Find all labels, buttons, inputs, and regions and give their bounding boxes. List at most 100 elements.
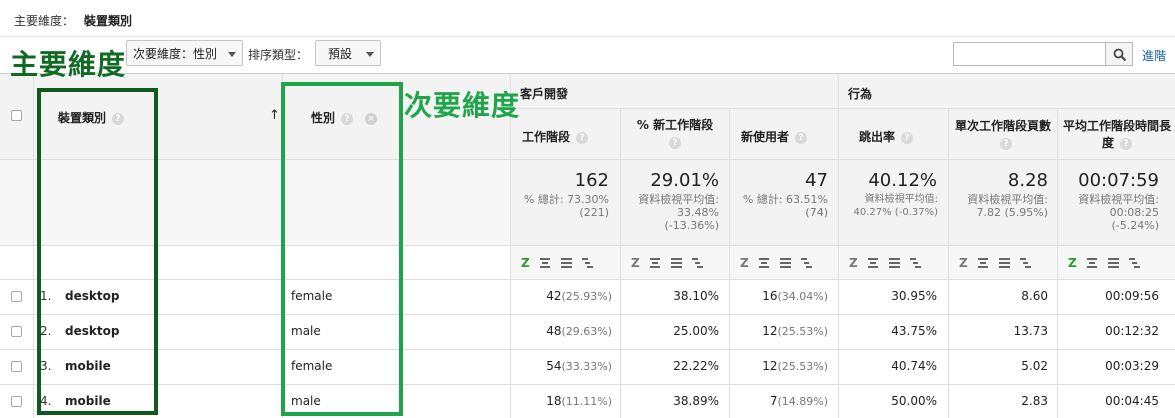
row-checkbox[interactable]: [11, 361, 22, 372]
top-divider: [0, 36, 1175, 37]
bars-icon[interactable]: [1086, 257, 1098, 268]
row-sessions: 18(11.11%): [512, 394, 612, 408]
select-all-checkbox[interactable]: [11, 110, 22, 121]
row-bounce-rate: 30.95%: [891, 289, 937, 303]
row-divider: [0, 314, 1175, 315]
z-weighted-sort-icon[interactable]: Z: [740, 256, 749, 270]
total-sub: 資料檢視平均值: 7.82 (5.95%): [967, 193, 1048, 219]
advanced-link[interactable]: 進階: [1142, 47, 1166, 64]
bars-icon[interactable]: [867, 257, 879, 268]
value: 12: [762, 359, 778, 373]
total-value: 00:07:59: [1078, 170, 1159, 191]
stacked-bars-icon[interactable]: [800, 257, 812, 268]
total-sub: % 總計: 73.30% (221): [523, 193, 609, 219]
list-icon[interactable]: [1107, 257, 1119, 268]
z-weighted-sort-icon[interactable]: Z: [849, 256, 858, 270]
list-icon[interactable]: [888, 257, 900, 268]
secondary-dimension-highlight-box: [281, 82, 403, 416]
bars-icon[interactable]: [649, 257, 661, 268]
col-divider: [838, 74, 839, 418]
metric-header-avg-session-duration[interactable]: 平均工作階段時間長度?: [1061, 118, 1173, 152]
row-avg-duration: 00:12:32: [1105, 324, 1159, 338]
metric-header-label: 新使用者: [741, 130, 790, 144]
column-view-icons: Z: [1068, 255, 1150, 270]
pct: (33.33%): [561, 360, 612, 373]
list-icon[interactable]: [779, 257, 791, 268]
help-icon[interactable]: ?: [1120, 137, 1132, 150]
total-sub: 資料檢視平均值: 33.48% (-13.36%): [638, 193, 719, 232]
chevron-down-icon: [228, 52, 236, 57]
metric-header-sessions[interactable]: 工作階段?: [522, 128, 589, 145]
row-pages-per-session: 5.02: [1021, 359, 1048, 373]
pct: (29.63%): [561, 325, 612, 338]
pct: (11.11%): [561, 395, 612, 408]
value: 42: [546, 289, 562, 303]
bars-icon[interactable]: [977, 257, 989, 268]
value: 18: [546, 394, 562, 408]
sort-type-label: 排序類型：: [248, 48, 309, 62]
row-avg-duration: 00:09:56: [1105, 289, 1159, 303]
search-input[interactable]: [953, 42, 1106, 66]
pct: (25.53%): [777, 360, 828, 373]
column-view-icons: Z: [849, 255, 931, 270]
help-icon[interactable]: ?: [576, 131, 589, 144]
bars-icon[interactable]: [539, 257, 551, 268]
row-new-sessions: 25.00%: [673, 324, 719, 338]
search-button[interactable]: [1105, 42, 1133, 66]
stacked-bars-icon[interactable]: [1019, 257, 1031, 268]
primary-dimension-bar: 主要維度： 裝置類別: [14, 12, 132, 29]
sort-type-dropdown[interactable]: 預設: [315, 40, 381, 66]
list-icon[interactable]: [560, 257, 572, 268]
help-icon[interactable]: ?: [795, 131, 808, 144]
col-divider: [33, 74, 34, 418]
stacked-bars-icon[interactable]: [909, 257, 921, 268]
secondary-dimension-dropdown[interactable]: 次要維度：性別: [126, 40, 243, 66]
group-header-acquisition: 客戶開發: [520, 87, 569, 101]
metric-header-label: 單次工作階段頁數: [954, 119, 1051, 133]
row-checkbox[interactable]: [11, 396, 22, 407]
total-value: 29.01%: [650, 170, 719, 191]
help-icon[interactable]: ?: [901, 131, 914, 144]
list-icon[interactable]: [670, 257, 682, 268]
row-new-sessions: 22.22%: [673, 359, 719, 373]
row-bounce-rate: 50.00%: [891, 394, 937, 408]
help-icon[interactable]: ?: [1000, 137, 1012, 150]
z-weighted-sort-icon[interactable]: Z: [959, 256, 968, 270]
metric-header-new-users[interactable]: 新使用者?: [741, 128, 808, 145]
value: 12: [762, 324, 778, 338]
row-new-users: 16(34.04%): [731, 289, 828, 303]
stacked-bars-icon[interactable]: [581, 257, 593, 268]
row-bounce-rate: 40.74%: [891, 359, 937, 373]
metric-header-pages-per-session[interactable]: 單次工作階段頁數?: [953, 118, 1053, 152]
row-sessions: 54(33.33%): [512, 359, 612, 373]
row-checkbox[interactable]: [11, 326, 22, 337]
help-icon[interactable]: ?: [669, 136, 681, 149]
stacked-bars-icon[interactable]: [1128, 257, 1140, 268]
z-weighted-sort-icon[interactable]: Z: [1068, 256, 1077, 270]
pct: (25.93%): [561, 290, 612, 303]
column-view-icons: Z: [521, 255, 603, 270]
metric-header-label: 工作階段: [522, 130, 571, 144]
metric-header-new-sessions[interactable]: % 新工作階段?: [621, 117, 729, 151]
col-divider: [510, 74, 511, 418]
z-weighted-sort-icon[interactable]: Z: [521, 256, 530, 270]
row-new-sessions: 38.10%: [673, 289, 719, 303]
total-value: 8.28: [1007, 170, 1048, 191]
list-icon[interactable]: [998, 257, 1010, 268]
row-new-users: 12(25.53%): [731, 324, 828, 338]
row-avg-duration: 00:04:45: [1105, 394, 1159, 408]
metric-header-label: 平均工作階段時間長度: [1062, 119, 1171, 150]
bars-icon[interactable]: [758, 257, 770, 268]
primary-dimension-value[interactable]: 裝置類別: [84, 14, 132, 28]
row-checkbox[interactable]: [11, 291, 22, 302]
chevron-down-icon: [366, 52, 374, 57]
primary-dimension-label: 主要維度：: [14, 14, 75, 28]
col-divider: [948, 108, 949, 418]
z-weighted-sort-icon[interactable]: Z: [631, 256, 640, 270]
sort-arrow-icon[interactable]: ↑: [269, 108, 280, 123]
pct: (14.89%): [777, 395, 828, 408]
metric-header-bounce-rate[interactable]: 跳出率?: [859, 128, 914, 145]
sort-type-dropdown-label: 預設: [328, 47, 353, 61]
stacked-bars-icon[interactable]: [691, 257, 703, 268]
row-divider: [510, 108, 1175, 109]
